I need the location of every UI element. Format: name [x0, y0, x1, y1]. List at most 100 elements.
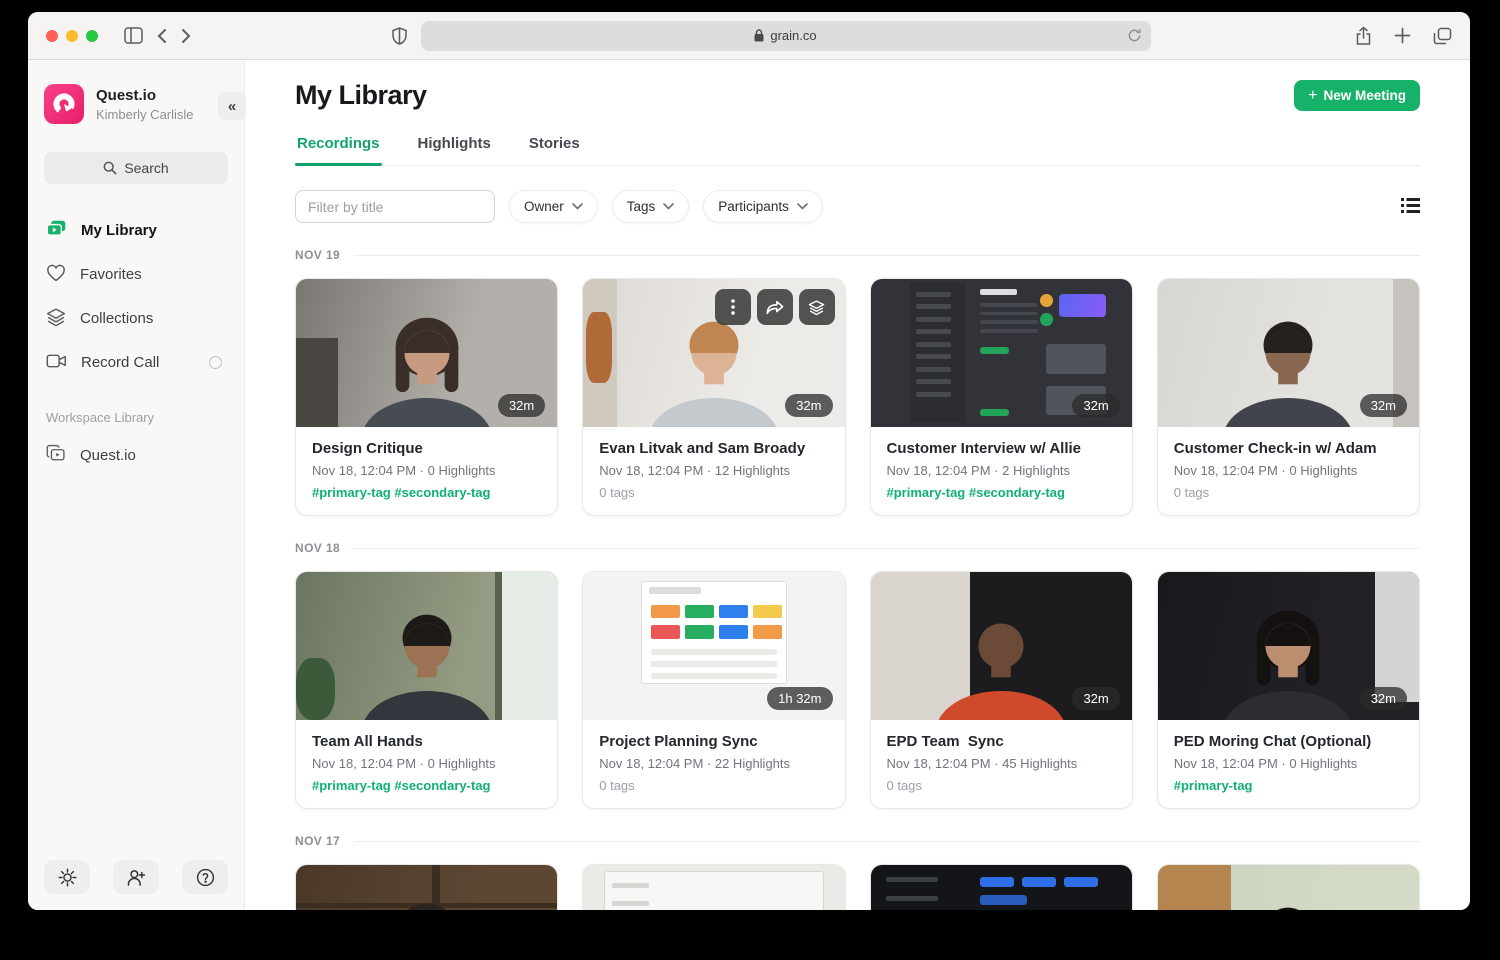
section-nov-19: NOV 19 32m Design Critique Nov 18, 12:04… [295, 248, 1420, 516]
duration-badge: 32m [785, 394, 832, 417]
search-button[interactable]: Search [44, 152, 228, 184]
recording-card-team-all-hands[interactable]: Team All Hands Nov 18, 12:04 PM · 0 High… [295, 571, 558, 809]
recording-card-design-critique[interactable]: 32m Design Critique Nov 18, 12:04 PM · 0… [295, 278, 558, 516]
recording-thumbnail[interactable]: 1h 32m [583, 572, 844, 720]
section-nov-18: NOV 18 Team All Hands Nov 18, 12:04 PM ·… [295, 541, 1420, 809]
sidebar-footer [44, 860, 228, 894]
minimize-window-button[interactable] [66, 30, 78, 42]
sidebar-item-record-call[interactable]: Record Call [44, 340, 228, 384]
recording-thumbnail[interactable]: 32m [583, 279, 844, 427]
back-icon[interactable] [157, 28, 167, 44]
forward-icon[interactable] [181, 28, 191, 44]
filter-pill-participants[interactable]: Participants [703, 190, 823, 223]
collections-icon [808, 299, 825, 316]
section-nov-17: NOV 17 More filters [295, 834, 1420, 910]
recording-thumbnail[interactable] [296, 572, 557, 720]
recording-card-evan-litvak-and-sam-broady[interactable]: 32m Evan Litvak and Sam Broady Nov 18, 1… [582, 278, 845, 516]
recording-thumbnail[interactable] [296, 865, 557, 910]
duration-badge: 32m [1360, 687, 1407, 710]
duration-badge: 32m [1072, 687, 1119, 710]
tab-stories[interactable]: Stories [527, 135, 582, 165]
invite-member-button[interactable] [113, 860, 159, 894]
recording-card-customer-check-in-w-adam[interactable]: 32m Customer Check-in w/ Adam Nov 18, 12… [1157, 278, 1420, 516]
recording-thumbnail[interactable]: 32m [871, 572, 1132, 720]
sidebar-item-quest-io[interactable]: Quest.io [44, 433, 228, 477]
duration-badge: 32m [1360, 394, 1407, 417]
recording-card-customer-interview-w-allie[interactable]: 32m Customer Interview w/ Allie Nov 18, … [870, 278, 1133, 516]
chevron-down-icon [663, 203, 674, 210]
heart-icon [46, 264, 66, 285]
screens-icon [46, 444, 66, 466]
kebab-icon [731, 299, 735, 315]
participant-silhouette [296, 892, 557, 910]
browser-window: grain.co [28, 12, 1470, 910]
add-to-collection-button[interactable] [799, 289, 835, 325]
recording-title: EPD Team Sync [887, 733, 1116, 750]
recording-meta: Nov 18, 12:04 PM · 22 Highlights [599, 756, 828, 771]
recording-title: PED Moring Chat (Optional) [1174, 733, 1403, 750]
filter-by-title-input[interactable] [295, 190, 495, 223]
filter-pill-tags[interactable]: Tags [612, 190, 690, 223]
sidebar-item-favorites[interactable]: Favorites [44, 252, 228, 296]
list-view-icon[interactable] [1401, 197, 1420, 217]
settings-button[interactable] [44, 860, 90, 894]
recording-tags: #primary-tag #secondary-tag [312, 778, 541, 793]
share-arrow-icon [766, 300, 784, 315]
sidebar-item-label: Favorites [80, 266, 142, 283]
recording-meta: Nov 18, 12:04 PM · 0 Highlights [312, 463, 541, 478]
filter-pill-owner[interactable]: Owner [509, 190, 598, 223]
card-hover-actions [715, 289, 835, 325]
recording-info: Design Critique Nov 18, 12:04 PM · 0 Hig… [296, 427, 557, 515]
section-divider [354, 255, 1420, 256]
section-date-label: NOV 18 [295, 541, 340, 555]
sidebar: Quest.io Kimberly Carlisle « Search My L… [28, 60, 245, 910]
close-window-button[interactable] [46, 30, 58, 42]
workspace-logo[interactable] [44, 84, 84, 124]
more-options-button[interactable] [715, 289, 751, 325]
library-icon [46, 219, 67, 242]
recordings-grid: 32m Design Critique Nov 18, 12:04 PM · 0… [295, 278, 1420, 516]
recording-title: Customer Check-in w/ Adam [1174, 440, 1403, 457]
tab-highlights[interactable]: Highlights [416, 135, 493, 165]
recording-card-project-planning-sync[interactable]: 1h 32m Project Planning Sync Nov 18, 12:… [582, 571, 845, 809]
recording-thumbnail[interactable]: 32m [1158, 572, 1419, 720]
recording-title: Evan Litvak and Sam Broady [599, 440, 828, 457]
recording-thumbnail[interactable]: 32m [1158, 279, 1419, 427]
workspace-user: Kimberly Carlisle [96, 107, 194, 122]
sidebar-item-collections[interactable]: Collections [44, 296, 228, 340]
tab-recordings[interactable]: Recordings [295, 135, 382, 165]
recording-thumbnail[interactable]: 32m [871, 279, 1132, 427]
recording-card[interactable] [582, 864, 845, 910]
recording-card-epd-team-sync[interactable]: 32m EPD Team Sync Nov 18, 12:04 PM · 45 … [870, 571, 1133, 809]
recording-card[interactable] [295, 864, 558, 910]
recording-info: Team All Hands Nov 18, 12:04 PM · 0 High… [296, 720, 557, 808]
sidebar-collapse-icon[interactable]: « [218, 92, 246, 120]
new-meeting-button[interactable]: + New Meeting [1294, 80, 1420, 111]
help-button[interactable] [182, 860, 228, 894]
address-bar[interactable]: grain.co [421, 21, 1151, 51]
zoom-window-button[interactable] [86, 30, 98, 42]
recording-thumbnail[interactable] [1158, 865, 1419, 910]
recording-info: Project Planning Sync Nov 18, 12:04 PM ·… [583, 720, 844, 808]
share-icon[interactable] [1355, 26, 1372, 46]
reload-icon[interactable] [1127, 28, 1142, 46]
recording-thumbnail[interactable]: 32m [296, 279, 557, 427]
new-tab-plus-icon[interactable] [1394, 26, 1411, 46]
chevron-down-icon [572, 203, 583, 210]
tab-overview-icon[interactable] [1433, 26, 1452, 46]
recording-card[interactable] [1157, 864, 1420, 910]
recording-tags: 0 tags [599, 485, 828, 500]
recording-meta: Nov 18, 12:04 PM · 45 Highlights [887, 756, 1116, 771]
recording-card[interactable]: More filters [870, 864, 1133, 910]
sidebar-item-my-library[interactable]: My Library [44, 208, 228, 252]
shield-icon[interactable] [392, 27, 407, 45]
browser-sidebar-toggle-icon[interactable] [124, 27, 143, 44]
recording-card-ped-moring-chat-optional[interactable]: 32m PED Moring Chat (Optional) Nov 18, 1… [1157, 571, 1420, 809]
sidebar-item-label: My Library [81, 222, 157, 239]
library-tabs: Recordings Highlights Stories [295, 135, 1420, 166]
recording-thumbnail[interactable]: More filters [871, 865, 1132, 910]
share-recording-button[interactable] [757, 289, 793, 325]
help-icon [196, 868, 215, 887]
recording-thumbnail[interactable] [583, 865, 844, 910]
participant-silhouette [1158, 892, 1419, 910]
